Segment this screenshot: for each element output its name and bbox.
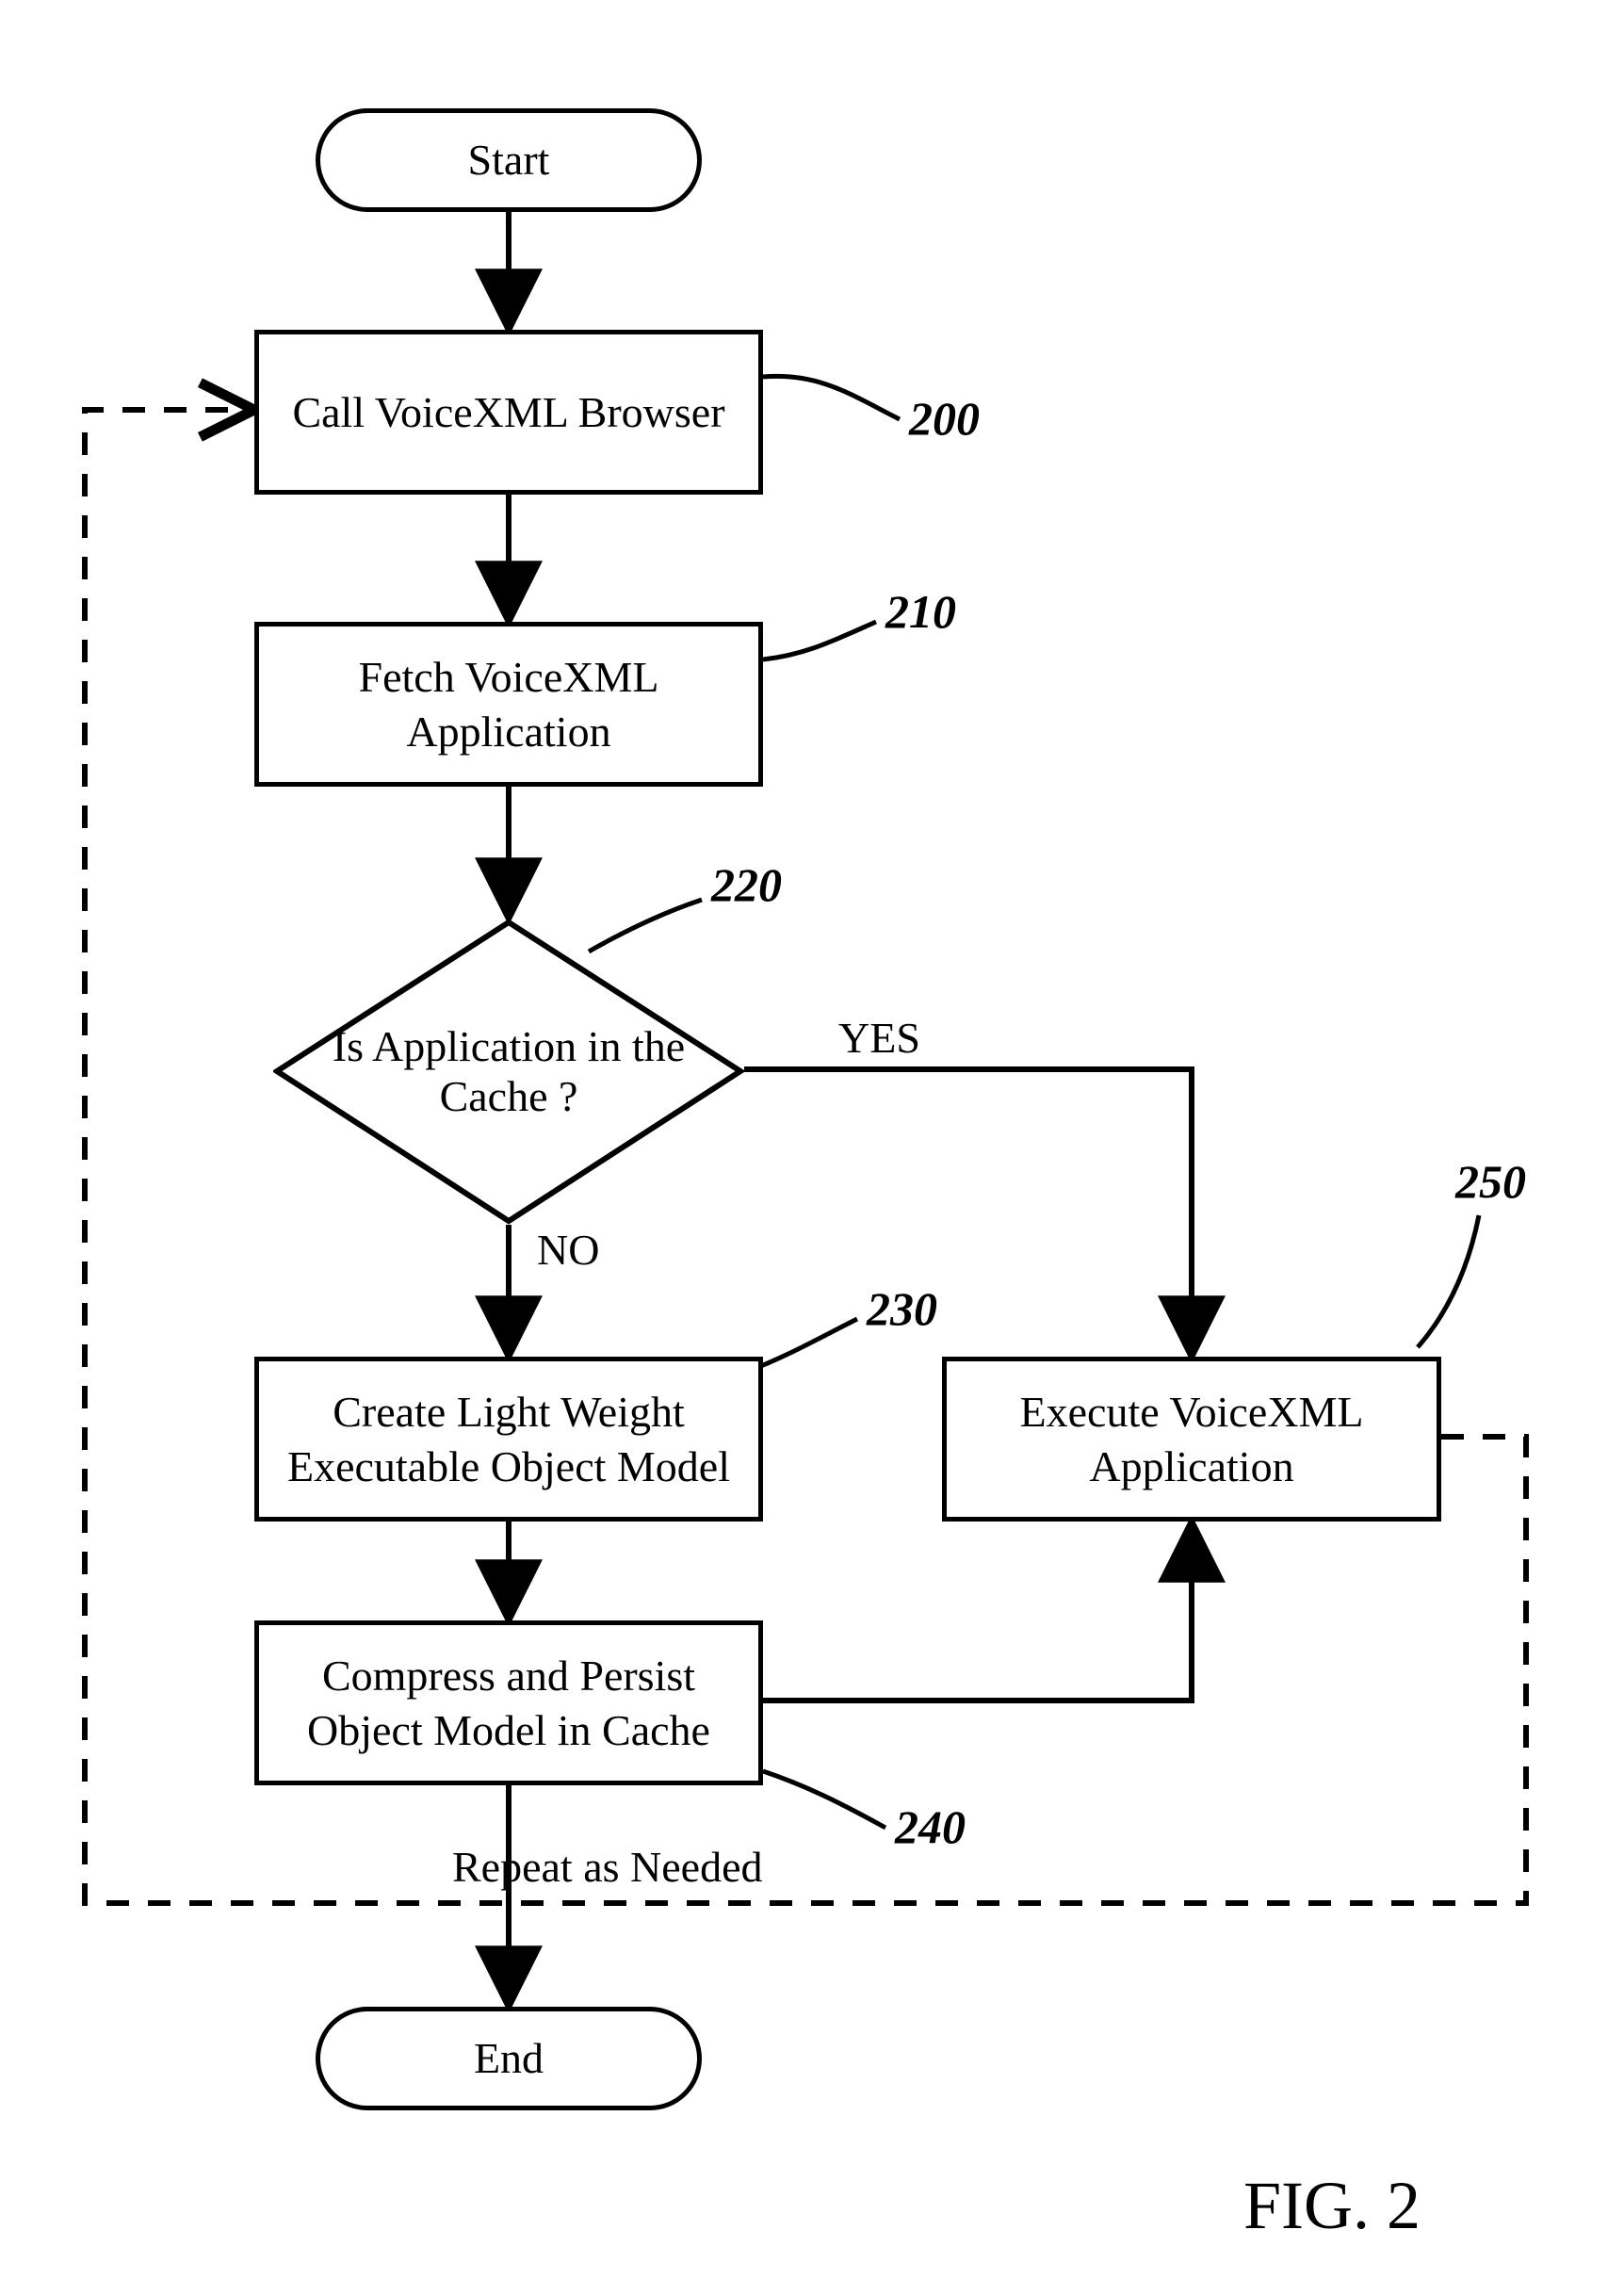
process-200: Call VoiceXML Browser — [254, 330, 763, 495]
terminal-end: End — [316, 2007, 702, 2110]
process-250: Execute VoiceXML Application — [942, 1357, 1441, 1522]
process-240-label: Compress and Persist Object Model in Cac… — [259, 1649, 758, 1757]
edge-label-repeat: Repeat as Needed — [452, 1842, 763, 1892]
process-210: Fetch VoiceXML Application — [254, 622, 763, 787]
process-230-label: Create Light Weight Executable Object Mo… — [259, 1385, 758, 1493]
ref-220: 220 — [711, 857, 782, 912]
terminal-start-label: Start — [468, 133, 550, 187]
ref-240: 240 — [895, 1799, 966, 1854]
edge-label-yes: YES — [838, 1013, 920, 1063]
edge-label-no: NO — [537, 1225, 599, 1275]
process-230: Create Light Weight Executable Object Mo… — [254, 1357, 763, 1522]
process-210-label: Fetch VoiceXML Application — [259, 650, 758, 758]
process-250-label: Execute VoiceXML Application — [947, 1385, 1437, 1493]
connectors-overlay — [0, 0, 1624, 2295]
flowchart-canvas: Start Call VoiceXML Browser Fetch VoiceX… — [0, 0, 1624, 2295]
ref-230: 230 — [867, 1281, 937, 1336]
process-200-label: Call VoiceXML Browser — [292, 385, 724, 440]
decision-220: Is Application in the Cache ? — [273, 919, 744, 1225]
figure-label: FIG. 2 — [1243, 2167, 1421, 2245]
terminal-start: Start — [316, 108, 702, 212]
process-240: Compress and Persist Object Model in Cac… — [254, 1620, 763, 1785]
terminal-end-label: End — [474, 2031, 544, 2086]
ref-210: 210 — [885, 584, 956, 639]
ref-200: 200 — [909, 391, 980, 446]
ref-250: 250 — [1455, 1154, 1526, 1209]
